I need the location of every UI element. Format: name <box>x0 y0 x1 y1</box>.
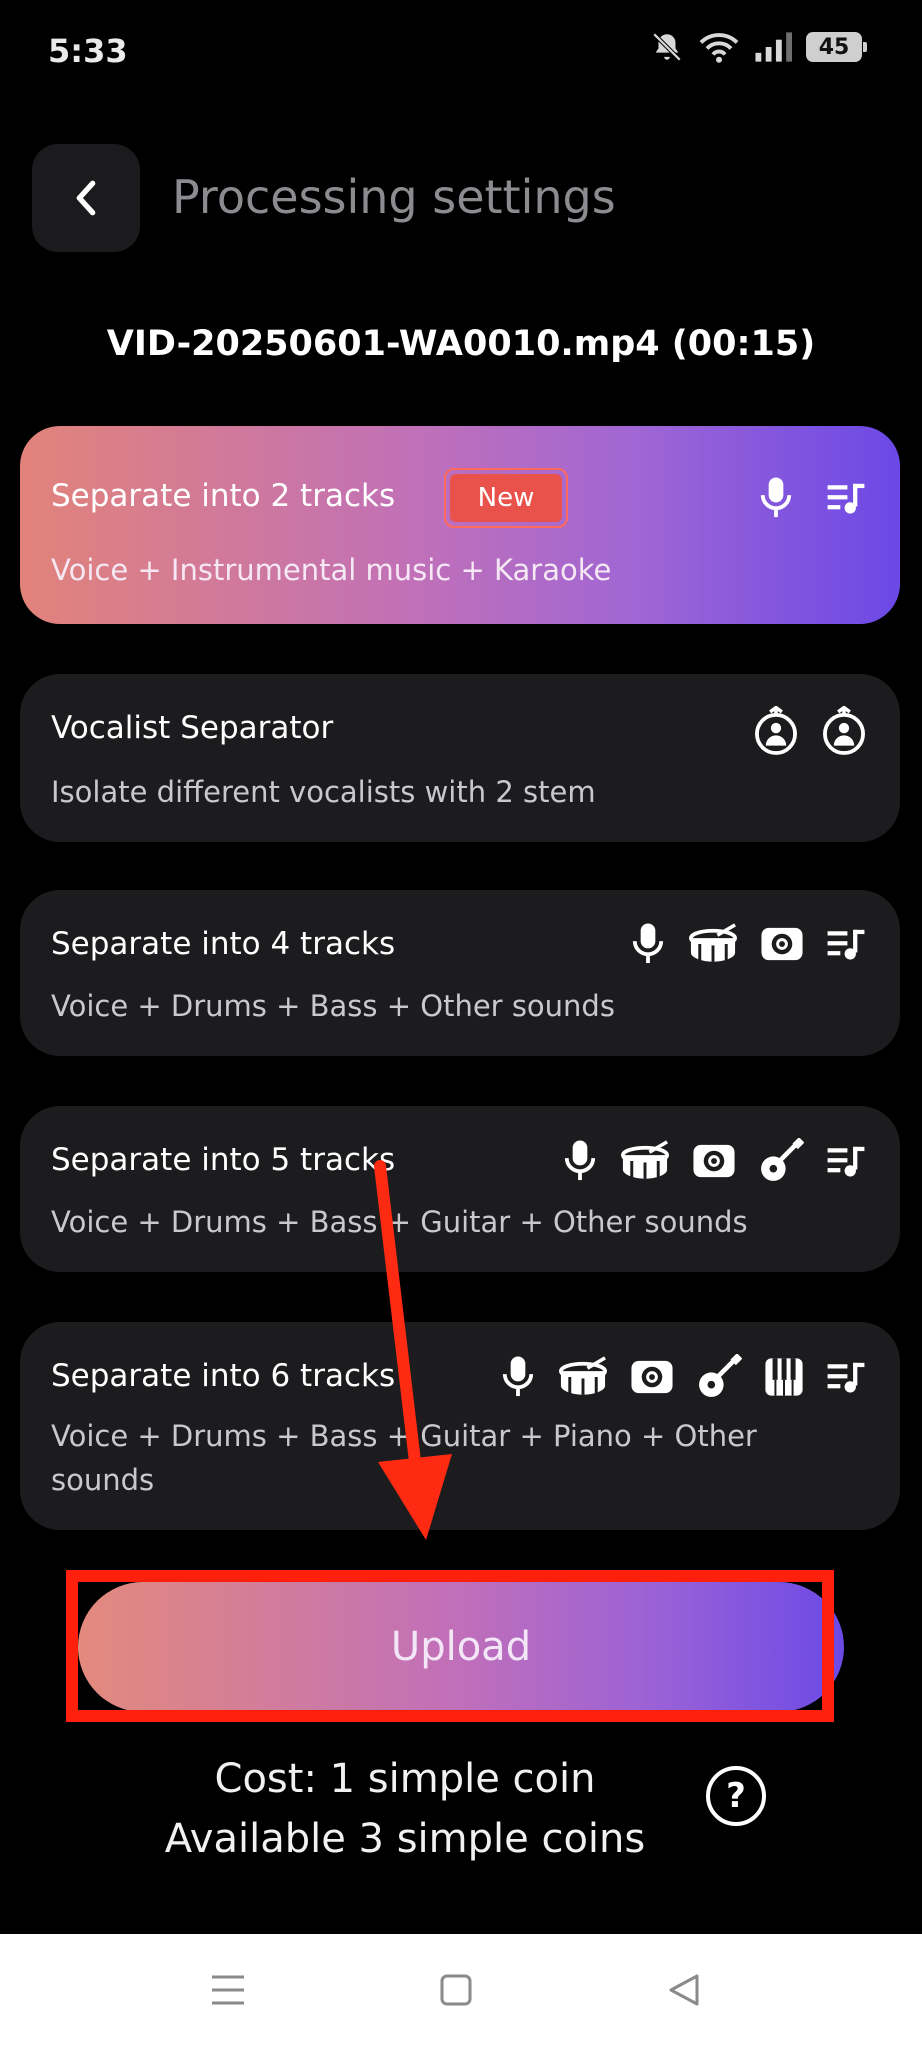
status-time: 5:33 <box>48 32 128 70</box>
option-description: Voice + Drums + Bass + Guitar + Other so… <box>51 1205 748 1239</box>
vocalist-icon <box>823 706 865 755</box>
battery-indicator: 45 <box>806 32 867 62</box>
nav-home-button[interactable] <box>428 1962 484 2018</box>
available-coins-text: Available 3 simple coins <box>164 1816 646 1862</box>
option-description: Voice + Drums + Bass + Other sounds <box>51 989 615 1023</box>
help-icon: ? <box>726 1776 746 1816</box>
option-description: Voice + Drums + Bass + Guitar + Piano + … <box>51 1419 757 1497</box>
option-icons <box>758 476 866 520</box>
cost-text: Cost: 1 simple coin <box>214 1756 596 1802</box>
option-title: Vocalist Separator <box>51 710 334 746</box>
back-triangle-icon <box>669 1974 699 2006</box>
drum-icon <box>621 1140 669 1179</box>
speaker-icon <box>693 1144 735 1178</box>
nav-menu-button[interactable] <box>200 1962 256 2018</box>
status-bar: 5:33 45 <box>0 0 922 110</box>
page-title: Processing settings <box>172 170 616 224</box>
upload-highlight-box <box>66 1570 834 1722</box>
microphone-icon <box>564 1140 596 1181</box>
file-name: VID-20250601-WA0010.mp4 (00:15) <box>106 324 816 364</box>
option-title: Separate into 2 tracks <box>51 478 396 514</box>
drum-icon <box>559 1356 607 1395</box>
microphone-icon <box>760 477 792 518</box>
menu-icon <box>212 1975 244 2005</box>
option-2-tracks[interactable]: Separate into 2 tracks New Voice + Instr… <box>20 426 900 624</box>
chevron-left-icon <box>76 180 96 216</box>
option-description: Isolate different vocalists with 2 stem <box>51 775 596 809</box>
option-title: Separate into 5 tracks <box>51 1142 396 1178</box>
signal-icon <box>755 32 792 62</box>
music-list-icon <box>827 1146 865 1177</box>
option-vocalist-separator[interactable]: Vocalist Separator Isolate different voc… <box>20 674 900 842</box>
option-icons <box>754 706 866 756</box>
option-title: Separate into 4 tracks <box>51 926 396 962</box>
drum-icon <box>689 923 737 962</box>
new-badge: New <box>444 468 568 528</box>
microphone-icon <box>632 923 664 964</box>
help-button[interactable]: ? <box>706 1766 766 1826</box>
nav-back-button[interactable] <box>656 1962 712 2018</box>
vocalist-icon <box>755 706 797 755</box>
option-5-tracks[interactable]: Separate into 5 tracks Voice + Drums + B… <box>20 1106 900 1272</box>
option-icons <box>500 1354 866 1400</box>
option-4-tracks[interactable]: Separate into 4 tracks Voice + Drums + B… <box>20 890 900 1056</box>
piano-icon <box>765 1358 803 1396</box>
option-6-tracks[interactable]: Separate into 6 tracks Voice + Drums + B… <box>20 1322 900 1530</box>
music-list-icon <box>827 929 865 960</box>
option-icons <box>562 1138 866 1184</box>
speaker-icon <box>761 927 803 961</box>
music-list-icon <box>827 483 865 514</box>
badge-label: New <box>450 474 562 522</box>
status-icons: 45 <box>650 30 867 64</box>
speaker-icon <box>631 1360 673 1394</box>
guitar-icon <box>699 1354 742 1397</box>
option-title: Separate into 6 tracks <box>51 1358 396 1394</box>
option-icons <box>630 922 866 966</box>
music-list-icon <box>827 1362 865 1393</box>
guitar-icon <box>761 1138 804 1181</box>
microphone-icon <box>502 1356 534 1397</box>
wifi-icon <box>699 33 739 63</box>
home-square-icon <box>440 1974 472 2006</box>
option-description: Voice + Instrumental music + Karaoke <box>51 553 612 587</box>
navigation-bar <box>0 1934 922 2048</box>
bell-muted-icon <box>652 32 682 62</box>
back-button[interactable] <box>32 144 140 252</box>
